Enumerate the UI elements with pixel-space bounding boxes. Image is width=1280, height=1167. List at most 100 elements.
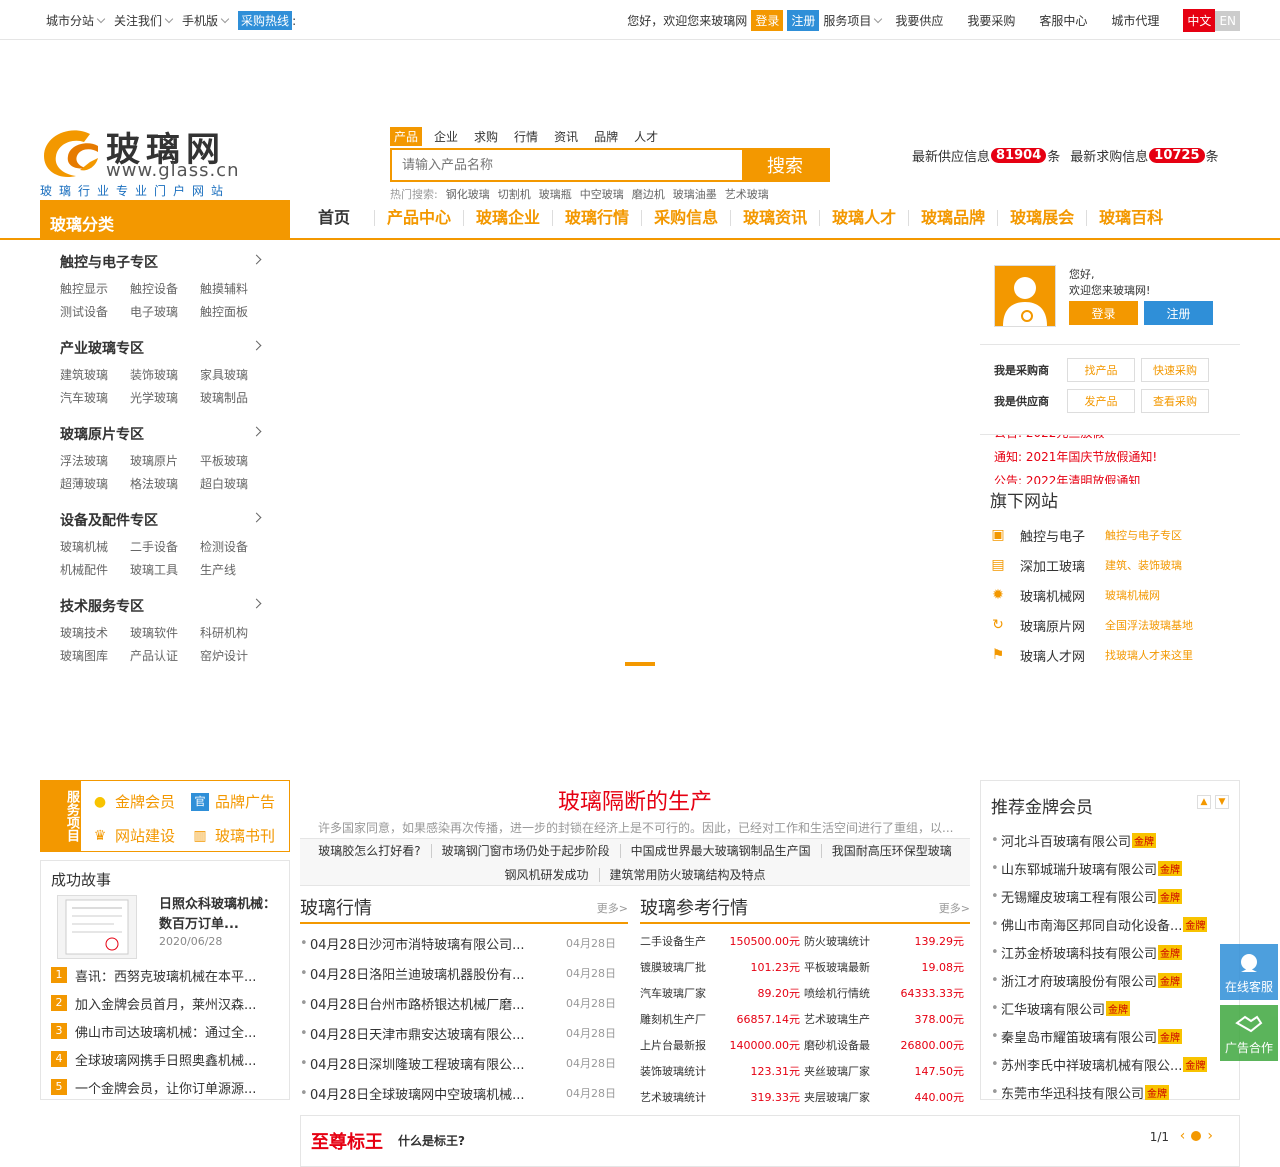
category-link[interactable]: 触控面板 — [200, 303, 270, 320]
category-link[interactable]: 玻璃图库 — [60, 647, 130, 664]
nav-products[interactable]: 产品中心 — [374, 210, 463, 226]
market-more-link[interactable]: 更多> — [597, 900, 628, 916]
category-link[interactable]: 触控设备 — [130, 280, 200, 297]
chevron-up-icon[interactable]: ▲ — [1197, 795, 1211, 809]
nav-home[interactable]: 首页 — [306, 210, 374, 226]
category-link[interactable]: 玻璃机械 — [60, 538, 130, 555]
ad-cooperation-button[interactable]: 广告合作 — [1220, 1005, 1278, 1061]
featured-story-title[interactable]: 日照众科玻璃机械：数百万订单... — [159, 895, 279, 935]
search-tab-market[interactable]: 行情 — [510, 127, 542, 146]
search-tab-company[interactable]: 企业 — [430, 127, 462, 146]
category-link[interactable]: 测试设备 — [60, 303, 130, 320]
notice-item[interactable]: 公告: 2022元旦放假 — [980, 435, 1240, 445]
table-row[interactable]: 上片台最新报 140000.00元 磨砂机设备最 26800.00元 — [640, 1032, 970, 1058]
category-link[interactable]: 机械配件 — [60, 561, 130, 578]
chevron-left-icon[interactable]: ‹ — [1180, 1128, 1186, 1144]
login-button[interactable]: 登录 — [1069, 301, 1138, 325]
category-link[interactable]: 玻璃制品 — [200, 389, 270, 406]
follow-us-dropdown[interactable]: 关注我们 — [114, 11, 174, 30]
list-item[interactable]: 5 一个金牌会员，让你订单源源... — [51, 1073, 287, 1101]
find-product-button[interactable]: 找产品 — [1067, 358, 1135, 382]
table-row[interactable]: 装饰玻璃统计 123.31元 夹丝玻璃厂家 147.50元 — [640, 1058, 970, 1084]
books-link[interactable]: ▥ 玻璃书刊 — [191, 825, 275, 846]
news-link[interactable]: 玻璃钢门窗市场仍处于起步阶段 — [430, 844, 620, 858]
table-row[interactable]: • 04月28日台州市路桥银达机械厂磨... 04月28日 — [300, 988, 628, 1018]
site-build-link[interactable]: ♛ 网站建设 — [91, 825, 175, 846]
brand-ad-link[interactable]: 官 品牌广告 — [191, 791, 275, 812]
view-purchase-button[interactable]: 查看采购 — [1141, 389, 1209, 413]
category-link[interactable]: 玻璃原片 — [130, 452, 200, 469]
services-dropdown[interactable]: 服务项目 — [823, 12, 883, 29]
city-agent-link[interactable]: 城市代理 — [1111, 12, 1159, 29]
mobile-dropdown[interactable]: 手机版 — [182, 11, 230, 30]
list-item[interactable]: • 秦皇岛市耀笛玻璃有限公司 金牌 — [981, 1022, 1239, 1050]
list-item[interactable]: • 无锡耀皮玻璃工程有限公司 金牌 — [981, 882, 1239, 910]
nav-brands[interactable]: 玻璃品牌 — [908, 210, 997, 226]
category-link[interactable]: 二手设备 — [130, 538, 200, 555]
news-link[interactable]: 建筑常用防火玻璃结构及特点 — [598, 868, 776, 882]
register-button[interactable]: 注册 — [1144, 301, 1213, 325]
search-tab-talent[interactable]: 人才 — [630, 127, 662, 146]
online-service-button[interactable]: 在线客服 — [1220, 944, 1278, 1000]
search-button[interactable]: 搜索 — [742, 150, 828, 180]
table-row[interactable]: • 04月28日深圳隆玻工程玻璃有限公... 04月28日 — [300, 1048, 628, 1078]
nav-expo[interactable]: 玻璃展会 — [997, 210, 1086, 226]
category-link[interactable]: 汽车玻璃 — [60, 389, 130, 406]
sub-site-row[interactable]: ✹ 玻璃机械网 玻璃机械网 — [980, 580, 1240, 610]
category-link[interactable]: 超薄玻璃 — [60, 475, 130, 492]
list-item[interactable]: • 江苏金桥玻璃科技有限公司 金牌 — [981, 938, 1239, 966]
list-item[interactable]: 2 加入金牌会员首月，莱州汉森... — [51, 989, 287, 1017]
category-link[interactable]: 检测设备 — [200, 538, 270, 555]
list-item[interactable]: • 河北斗百玻璃有限公司 金牌 — [981, 826, 1239, 854]
lang-cn-button[interactable]: 中文 — [1183, 9, 1216, 32]
quick-purchase-button[interactable]: 快速采购 — [1141, 358, 1209, 382]
category-link[interactable]: 生产线 — [200, 561, 270, 578]
search-tab-news[interactable]: 资讯 — [550, 127, 582, 146]
top-login-button[interactable]: 登录 — [751, 10, 784, 31]
category-link[interactable]: 玻璃软件 — [130, 624, 200, 641]
table-row[interactable]: 汽车玻璃厂家 89.20元 喷绘机行情统 64333.33元 — [640, 980, 970, 1006]
post-product-button[interactable]: 发产品 — [1067, 389, 1135, 413]
table-row[interactable]: 镀膜玻璃厂批 101.23元 平板玻璃最新 19.08元 — [640, 954, 970, 980]
list-item[interactable]: • 山东郓城瑞升玻璃有限公司 金牌 — [981, 854, 1239, 882]
support-link[interactable]: 客服中心 — [1039, 12, 1087, 29]
list-item[interactable]: • 苏州李氏中祥玻璃机械有限公... 金牌 — [981, 1050, 1239, 1078]
purchase-link[interactable]: 我要采购 — [967, 12, 1015, 29]
news-link[interactable]: 玻璃胶怎么打好看? — [308, 844, 430, 858]
category-link[interactable]: 超白玻璃 — [200, 475, 270, 492]
nav-wiki[interactable]: 玻璃百科 — [1086, 210, 1175, 226]
list-item[interactable]: • 汇华玻璃有限公司 金牌 — [981, 994, 1239, 1022]
news-link[interactable]: 中国成世界最大玻璃钢制品生产国 — [619, 844, 821, 858]
reference-more-link[interactable]: 更多> — [939, 900, 970, 916]
category-link[interactable]: 装饰玻璃 — [130, 366, 200, 383]
table-row[interactable]: 二手设备生产 150500.00元 防火玻璃统计 139.29元 — [640, 928, 970, 954]
nav-talent[interactable]: 玻璃人才 — [819, 210, 908, 226]
list-item[interactable]: • 浙江才府玻璃股份有限公司 金牌 — [981, 966, 1239, 994]
category-link[interactable]: 浮法玻璃 — [60, 452, 130, 469]
chevron-right-icon[interactable]: › — [1207, 1128, 1213, 1144]
nav-purchase[interactable]: 采购信息 — [641, 210, 730, 226]
search-tab-product[interactable]: 产品 — [390, 127, 423, 146]
category-link[interactable]: 触摸辅料 — [200, 280, 270, 297]
banner-slider-indicator[interactable] — [625, 662, 655, 666]
slide-dot[interactable] — [1191, 1131, 1202, 1141]
news-link[interactable]: 钢风机研发成功 — [494, 868, 598, 882]
search-tab-demand[interactable]: 求购 — [470, 127, 502, 146]
category-link[interactable]: 建筑玻璃 — [60, 366, 130, 383]
news-link[interactable]: 我国耐高压环保型玻璃 — [820, 844, 962, 858]
sub-site-row[interactable]: ⚑ 玻璃人才网 找玻璃人才来这里 — [980, 640, 1240, 670]
nav-news[interactable]: 玻璃资讯 — [730, 210, 819, 226]
category-link[interactable]: 玻璃技术 — [60, 624, 130, 641]
chevron-down-icon[interactable]: ▼ — [1215, 795, 1229, 809]
site-logo[interactable]: 玻璃网 www.glass.cn 玻璃行业专业门户网站 — [40, 122, 250, 202]
category-link[interactable]: 光学玻璃 — [130, 389, 200, 406]
top-register-button[interactable]: 注册 — [787, 10, 820, 31]
list-item[interactable]: 1 喜讯：西努克玻璃机械在本平... — [51, 961, 287, 989]
category-link[interactable]: 格法玻璃 — [130, 475, 200, 492]
headline-title[interactable]: 玻璃隔断的生产 — [300, 784, 970, 816]
list-item[interactable]: 3 佛山市司达玻璃机械：通过全... — [51, 1017, 287, 1045]
table-row[interactable]: • 04月28日天津市鼎安达玻璃有限公... 04月28日 — [300, 1018, 628, 1048]
category-link[interactable]: 产品认证 — [130, 647, 200, 664]
category-link[interactable]: 家具玻璃 — [200, 366, 270, 383]
city-sites-dropdown[interactable]: 城市分站 — [46, 11, 106, 30]
